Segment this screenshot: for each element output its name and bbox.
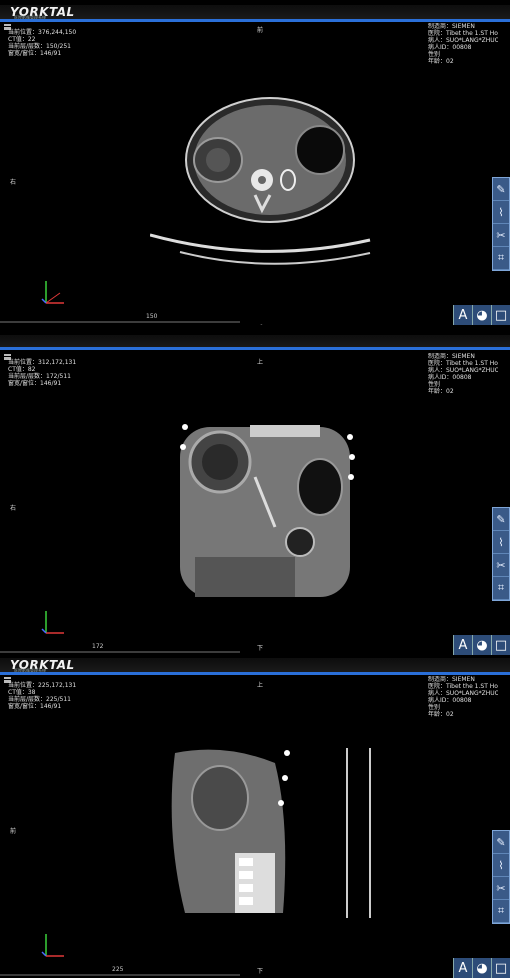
square-icon[interactable]: □: [491, 958, 510, 978]
crop-icon[interactable]: ⌗: [493, 247, 509, 270]
color-palette-icon[interactable]: ◕: [472, 305, 491, 325]
manufacturer-label: 制造商：SIEMEN: [428, 23, 475, 30]
position-label: 当前位置：312,172,131: [8, 359, 77, 366]
orientation-top: 前: [257, 27, 264, 34]
position-label: 当前位置：376,244,150: [8, 29, 77, 36]
edit-icon[interactable]: ✎: [493, 178, 509, 201]
ct-value-label: CT值：82: [8, 366, 36, 373]
window-label: 窗宽/窗位：146/91: [8, 703, 62, 710]
edit-icon[interactable]: ✎: [493, 831, 509, 854]
patient-info: 制造商：SIEMEN 医院：Tibet the 1.ST Hospi 病人：SU…: [428, 353, 498, 395]
sex-label: 性别: [428, 51, 441, 58]
title-bar: YORKTAL 医院影像管理系统: [0, 658, 510, 673]
orientation-axis-icon: [41, 281, 64, 304]
side-toolbar: ✎ ⌇ ✂ ⌗: [492, 507, 510, 601]
bottom-toolbar: A ◕ □: [453, 958, 510, 978]
scissors-icon[interactable]: ✂: [493, 877, 509, 900]
image-info: 当前位置：225,172,131 CT值：38 当前层/层数：225/511 窗宽/窗…: [8, 682, 76, 710]
hospital-label: 医院：Tibet the 1.ST Hospi: [428, 30, 498, 37]
ruler-icon[interactable]: ⌇: [493, 854, 509, 877]
sex-label: 性别: [428, 381, 441, 388]
viewport-sagittal[interactable]: YORKTAL 医院影像管理系统 当前位置：225,172,131 CT值：38 当…: [0, 658, 510, 978]
age-label: 年龄：02: [428, 711, 454, 718]
window-label: 窗宽/窗位：146/91: [8, 50, 62, 57]
slice-label: 当前层/层数：225/511: [8, 696, 71, 703]
manufacturer-label: 制造商：SIEMEN: [428, 353, 475, 360]
orientation-bottom: 下: [257, 645, 264, 652]
slice-slider[interactable]: [0, 651, 240, 653]
title-bar: YORKTAL 医院影像管理系统: [0, 5, 510, 20]
image-info: 当前位置：312,172,131 CT值：82 当前层/层数：172/511 窗宽/窗…: [8, 359, 76, 387]
hospital-label: 医院：Tibet the 1.ST Hospi: [428, 360, 498, 367]
position-label: 当前位置：225,172,131: [8, 682, 77, 689]
image-info: 当前位置：376,244,150 CT值：22 当前层/层数：150/251 窗宽/窗…: [8, 29, 76, 57]
age-label: 年龄：02: [428, 388, 454, 395]
hospital-label: 医院：Tibet the 1.ST Hospi: [428, 683, 498, 690]
scissors-icon[interactable]: ✂: [493, 224, 509, 247]
orientation-bottom: 后: [257, 323, 263, 325]
bottom-toolbar: A ◕ □: [453, 635, 510, 655]
slice-label: 当前层/层数：172/511: [8, 373, 71, 380]
side-toolbar: ✎ ⌇ ✂ ⌗: [492, 830, 510, 924]
edit-icon[interactable]: ✎: [493, 508, 509, 531]
side-toolbar: ✎ ⌇ ✂ ⌗: [492, 177, 510, 271]
color-palette-icon[interactable]: ◕: [472, 635, 491, 655]
square-icon[interactable]: □: [491, 305, 510, 325]
sex-label: 性别: [428, 704, 441, 711]
viewport-coronal[interactable]: 当前位置：312,172,131 CT值：82 当前层/层数：172/511 窗宽/窗…: [0, 335, 510, 655]
slice-slider-value: 172: [92, 643, 104, 650]
ct-value-label: CT值：22: [8, 36, 36, 43]
crop-icon[interactable]: ⌗: [493, 577, 509, 600]
window-label: 窗宽/窗位：146/91: [8, 380, 62, 387]
orientation-bottom: 下: [257, 968, 264, 975]
orientation-left: 右: [10, 179, 17, 186]
text-annotation-icon[interactable]: A: [453, 958, 472, 978]
age-label: 年龄：02: [428, 58, 454, 65]
accent-bar: [0, 19, 510, 22]
ct-value-label: CT值：38: [8, 689, 36, 696]
manufacturer-label: 制造商：SIEMEN: [428, 676, 475, 683]
accent-bar: [0, 347, 510, 350]
patient-name-label: 病人：SUO*LANG*ZHUO*MA: [428, 690, 498, 697]
slice-slider[interactable]: [0, 321, 240, 323]
scissors-icon[interactable]: ✂: [493, 554, 509, 577]
square-icon[interactable]: □: [491, 635, 510, 655]
text-annotation-icon[interactable]: A: [453, 305, 472, 325]
patient-info: 制造商：SIEMEN 医院：Tibet the 1.ST Hospi 病人：SU…: [428, 23, 498, 65]
orientation-axis-icon: [41, 934, 64, 957]
ruler-icon[interactable]: ⌇: [493, 531, 509, 554]
coronal-ct-slice[interactable]: [165, 417, 365, 602]
orientation-left: 前: [10, 828, 17, 835]
orientation-left: 右: [10, 505, 17, 512]
viewport-axial[interactable]: YORKTAL 医院影像管理系统 当前位置：376,244,150 CT值：22 当…: [0, 5, 510, 325]
patient-name-label: 病人：SUO*LANG*ZHUO*MA: [428, 367, 498, 374]
patient-info: 制造商：SIEMEN 医院：Tibet the 1.ST Hospi 病人：SU…: [428, 676, 498, 718]
patient-id-label: 病人ID：00808: [428, 374, 472, 381]
orientation-axis-icon: [41, 611, 64, 634]
crop-icon[interactable]: ⌗: [493, 900, 509, 923]
patient-id-label: 病人ID：00808: [428, 697, 472, 704]
slice-slider[interactable]: [0, 974, 240, 976]
color-palette-icon[interactable]: ◕: [472, 958, 491, 978]
ruler-icon[interactable]: ⌇: [493, 201, 509, 224]
orientation-top: 上: [257, 682, 264, 689]
patient-id-label: 病人ID：00808: [428, 44, 472, 51]
slice-slider-value: 150: [146, 313, 158, 320]
text-annotation-icon[interactable]: A: [453, 635, 472, 655]
sagittal-ct-slice[interactable]: [165, 743, 385, 918]
slice-slider-value: 225: [112, 966, 124, 973]
accent-bar: [0, 672, 510, 675]
slice-label: 当前层/层数：150/251: [8, 43, 71, 50]
axial-ct-slice[interactable]: [150, 90, 380, 280]
orientation-top: 上: [257, 359, 264, 366]
bottom-toolbar: A ◕ □: [453, 305, 510, 325]
patient-name-label: 病人：SUO*LANG*ZHUO*MA: [428, 37, 498, 44]
